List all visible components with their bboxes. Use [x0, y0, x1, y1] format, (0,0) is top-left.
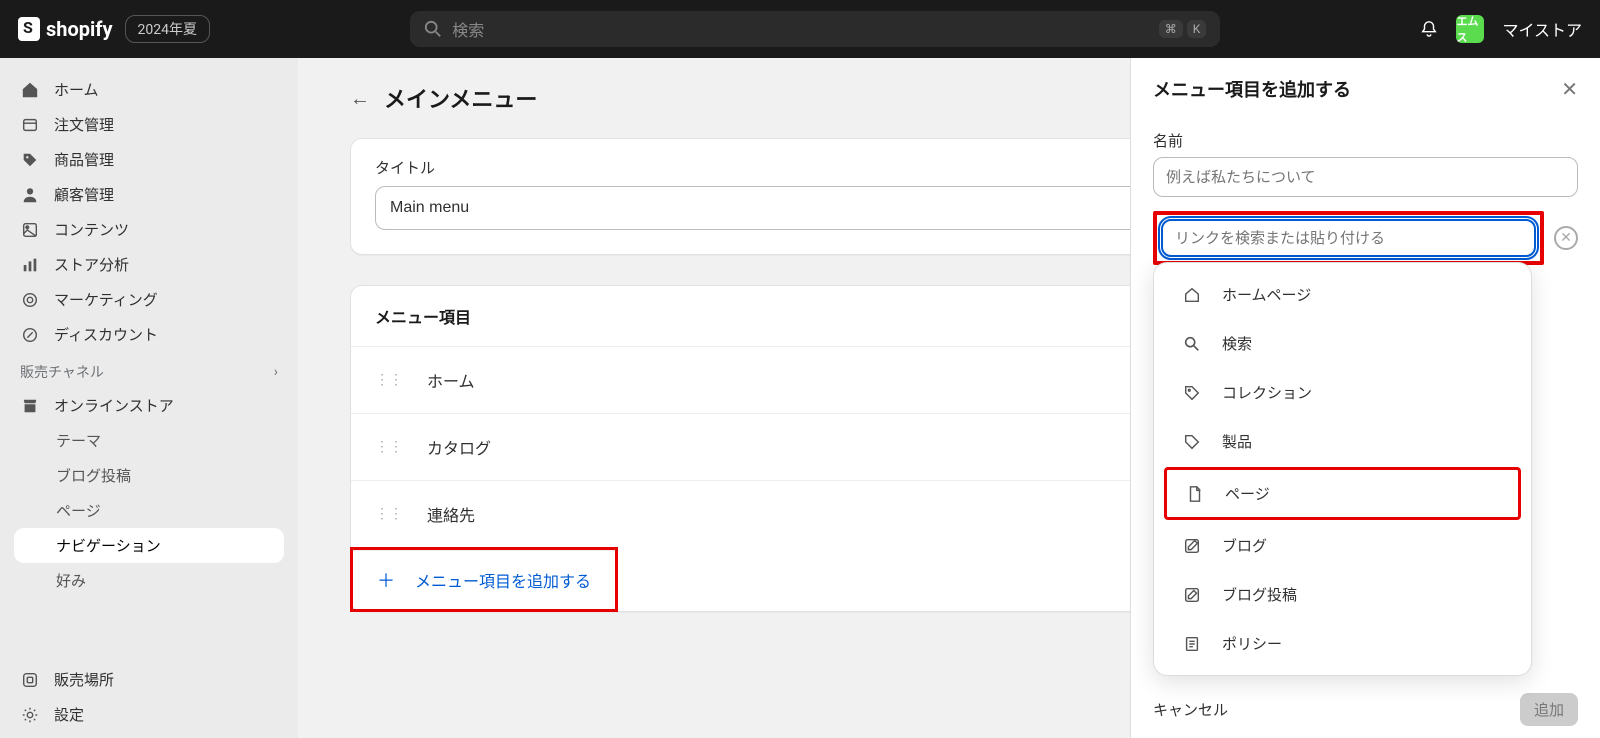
- add-item-highlight: ＋ メニュー項目を追加する: [350, 547, 618, 612]
- dd-option-blog-posts[interactable]: ブログ投稿: [1164, 571, 1521, 618]
- drag-handle-icon[interactable]: ⋮⋮: [375, 439, 403, 455]
- sidebar: ホーム 注文管理 商品管理 顧客管理 コンテンツ ストア分析 マーケティング デ…: [0, 58, 298, 738]
- sidebar-item-products[interactable]: 商品管理: [0, 142, 298, 177]
- add-menu-item-panel: メニュー項目を追加する ✕ 名前 ✕ ホームページ 検索 コレクション: [1130, 58, 1600, 738]
- orders-icon: [20, 116, 40, 134]
- plus-icon: ＋: [377, 567, 395, 593]
- sidebar-item-orders[interactable]: 注文管理: [0, 107, 298, 142]
- sidebar-item-label: 顧客管理: [54, 184, 114, 205]
- dd-option-collection[interactable]: コレクション: [1164, 369, 1521, 416]
- sidebar-item-label: ホーム: [54, 79, 99, 100]
- menu-row-label: ホーム: [427, 368, 475, 392]
- panel-head: メニュー項目を追加する ✕: [1131, 58, 1600, 120]
- home-icon: [20, 81, 40, 99]
- sidebar-item-content[interactable]: コンテンツ: [0, 212, 298, 247]
- sidebar-item-label: 設定: [54, 704, 84, 725]
- search-placeholder: 検索: [452, 17, 484, 41]
- dd-option-search[interactable]: 検索: [1164, 320, 1521, 367]
- sidebar-item-label: 注文管理: [54, 114, 114, 135]
- sidebar-item-customers[interactable]: 顧客管理: [0, 177, 298, 212]
- link-options-dropdown: ホームページ 検索 コレクション 製品 ページ ブログ: [1153, 262, 1532, 676]
- home-icon: [1182, 286, 1202, 304]
- drag-handle-icon[interactable]: ⋮⋮: [375, 372, 403, 388]
- drag-handle-icon[interactable]: ⋮⋮: [375, 506, 403, 522]
- chart-icon: [20, 256, 40, 274]
- kbd-k: K: [1187, 20, 1207, 38]
- sidebar-item-label: コンテンツ: [54, 219, 129, 240]
- sidebar-item-pos[interactable]: 販売場所: [0, 662, 298, 697]
- sidebar-item-label: マーケティング: [54, 289, 158, 310]
- blog-icon: [1182, 537, 1202, 555]
- collection-icon: [1182, 384, 1202, 402]
- gear-icon: [20, 706, 40, 724]
- dd-option-homepage[interactable]: ホームページ: [1164, 271, 1521, 318]
- brand-text: shopify: [46, 17, 113, 41]
- link-input[interactable]: [1161, 219, 1536, 257]
- shopify-bag-icon: [18, 17, 40, 41]
- sidebar-item-settings[interactable]: 設定: [0, 697, 298, 732]
- discount-icon: [20, 326, 40, 344]
- search-icon: [424, 20, 442, 38]
- sidebar-sub-themes[interactable]: テーマ: [0, 423, 298, 458]
- sidebar-item-marketing[interactable]: マーケティング: [0, 282, 298, 317]
- sales-channels-head[interactable]: 販売チャネル ›: [0, 352, 298, 388]
- bell-icon[interactable]: [1420, 20, 1438, 38]
- panel-title: メニュー項目を追加する: [1153, 76, 1351, 102]
- sidebar-item-label: ストア分析: [54, 254, 129, 275]
- chevron-right-icon: ›: [274, 364, 278, 380]
- add-menu-item-button[interactable]: ＋ メニュー項目を追加する: [353, 550, 615, 609]
- sidebar-sub-pages[interactable]: ページ: [0, 493, 298, 528]
- sidebar-item-home[interactable]: ホーム: [0, 72, 298, 107]
- panel-footer: キャンセル 追加: [1131, 681, 1600, 738]
- name-input[interactable]: [1153, 157, 1578, 197]
- sidebar-item-label: 販売場所: [54, 669, 114, 690]
- dd-option-blogs[interactable]: ブログ: [1164, 522, 1521, 569]
- menu-row-label: カタログ: [427, 435, 491, 459]
- search-shortcut: ⌘ K: [1159, 20, 1207, 38]
- policy-icon: [1182, 635, 1202, 653]
- sidebar-item-label: 商品管理: [54, 149, 114, 170]
- search-icon: [1182, 335, 1202, 353]
- avatar[interactable]: エムス: [1456, 15, 1484, 43]
- shopify-logo[interactable]: shopify: [18, 17, 113, 41]
- back-arrow-icon[interactable]: ←: [350, 86, 370, 111]
- cancel-button[interactable]: キャンセル: [1153, 693, 1228, 726]
- topbar: shopify 2024年夏 検索 ⌘ K エムス マイストア: [0, 0, 1600, 58]
- sidebar-item-label: ディスカウント: [54, 324, 158, 345]
- sidebar-sub-navigation[interactable]: ナビゲーション: [14, 528, 284, 563]
- add-item-label: メニュー項目を追加する: [415, 568, 591, 592]
- dd-option-products[interactable]: 製品: [1164, 418, 1521, 465]
- pos-icon: [20, 671, 40, 689]
- link-input-highlight: [1153, 211, 1544, 265]
- product-icon: [1182, 433, 1202, 451]
- page-title: メインメニュー: [384, 82, 537, 114]
- target-icon: [20, 291, 40, 309]
- content-icon: [20, 221, 40, 239]
- close-icon[interactable]: ✕: [1561, 77, 1578, 101]
- store-icon: [20, 397, 40, 415]
- tag-icon: [20, 151, 40, 169]
- section-title: 販売チャネル: [20, 362, 104, 382]
- sidebar-item-online-store[interactable]: オンラインストア: [0, 388, 298, 423]
- sidebar-item-discounts[interactable]: ディスカウント: [0, 317, 298, 352]
- store-name[interactable]: マイストア: [1502, 17, 1582, 41]
- clear-icon[interactable]: ✕: [1554, 226, 1578, 250]
- post-icon: [1182, 586, 1202, 604]
- global-search[interactable]: 検索 ⌘ K: [410, 11, 1220, 47]
- person-icon: [20, 186, 40, 204]
- menu-row-label: 連絡先: [427, 502, 475, 526]
- season-badge[interactable]: 2024年夏: [125, 15, 210, 43]
- name-label: 名前: [1153, 130, 1578, 151]
- page-icon: [1185, 485, 1205, 503]
- dd-option-pages[interactable]: ページ: [1164, 467, 1521, 520]
- dd-option-policies[interactable]: ポリシー: [1164, 620, 1521, 667]
- panel-body: 名前 ✕ ホームページ 検索 コレクション 製品: [1131, 120, 1600, 681]
- sidebar-item-analytics[interactable]: ストア分析: [0, 247, 298, 282]
- sidebar-sub-preferences[interactable]: 好み: [0, 563, 298, 598]
- kbd-cmd: ⌘: [1159, 20, 1183, 38]
- sidebar-item-label: オンラインストア: [54, 395, 174, 416]
- add-button[interactable]: 追加: [1520, 693, 1578, 726]
- sidebar-sub-blog[interactable]: ブログ投稿: [0, 458, 298, 493]
